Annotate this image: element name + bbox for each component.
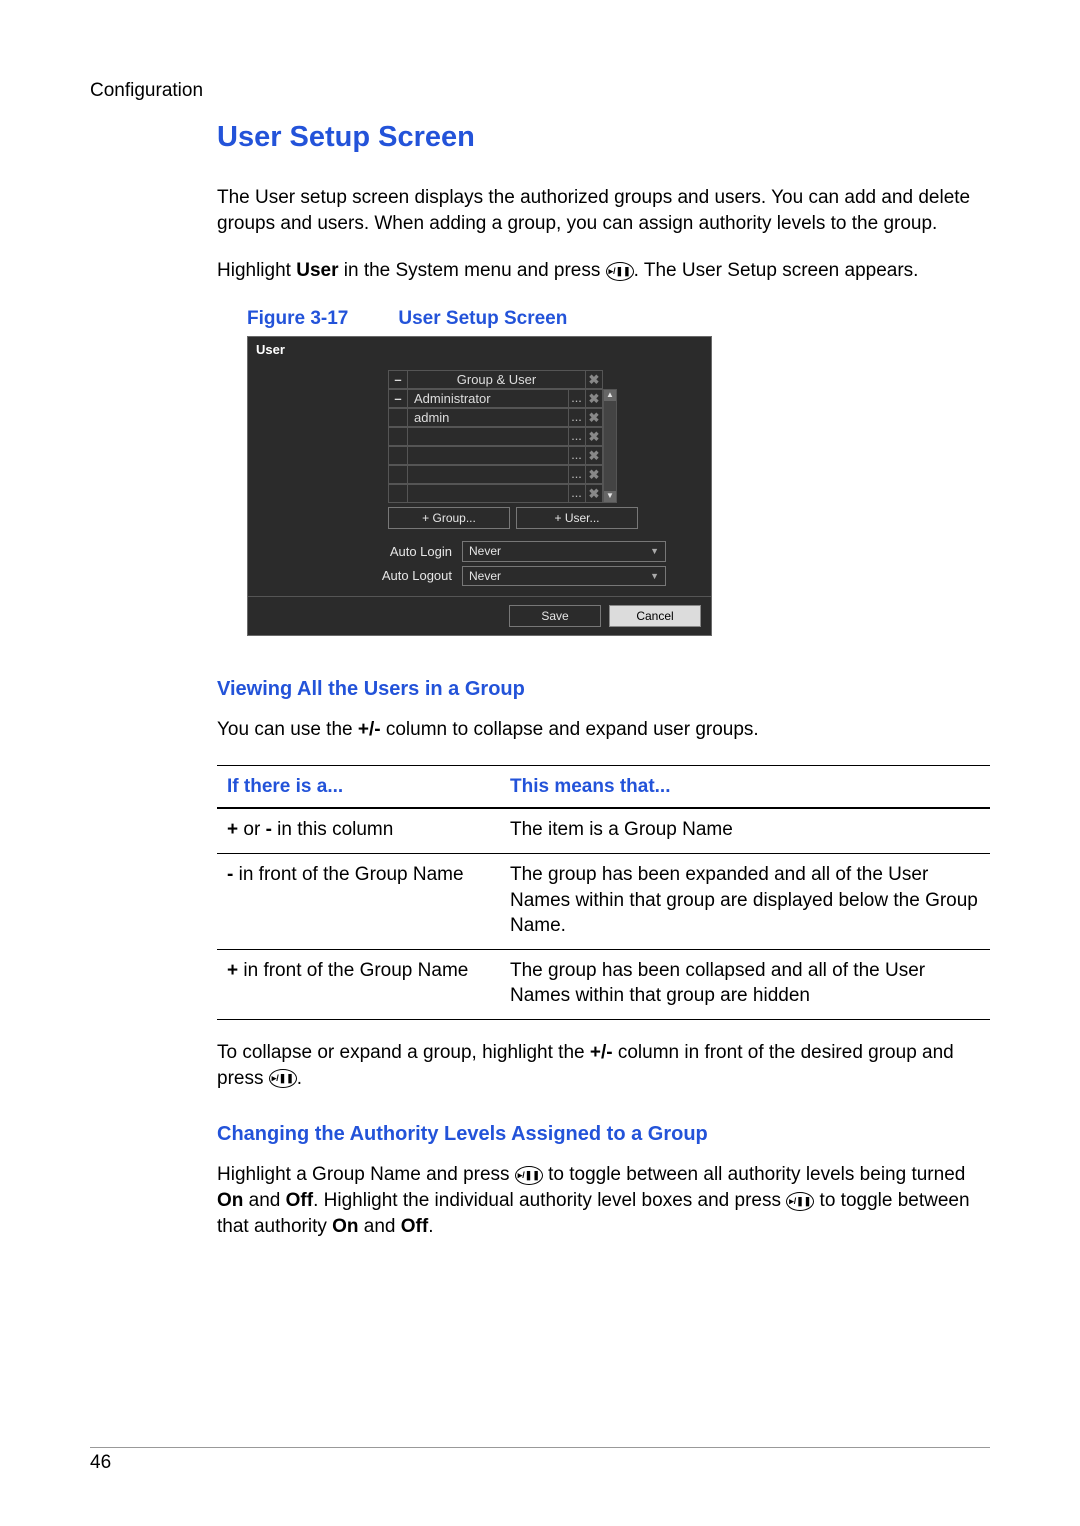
table-row: + or - in this column The item is a Grou… [217,808,990,853]
scroll-down-icon[interactable]: ▼ [604,491,616,502]
intro-paragraph: The User setup screen displays the autho… [217,185,990,236]
ellipsis-icon[interactable]: ... [569,408,586,427]
running-head: Configuration [90,78,203,104]
empty-row [407,427,569,446]
footer-rule [90,1447,990,1448]
add-group-button[interactable]: + Group... [388,507,510,529]
table-row: + in front of the Group Name The group h… [217,949,990,1019]
collapse-toggle [388,408,407,427]
user-setup-screenshot: User – Group & User ✖ – Administrator ..… [247,336,712,636]
ellipsis-icon[interactable]: ... [569,427,586,446]
close-icon[interactable]: ✖ [586,446,603,465]
page-number: 46 [90,1450,111,1476]
add-user-button[interactable]: + User... [516,507,638,529]
auto-login-label: Auto Login [366,543,452,561]
changing-authority-heading: Changing the Authority Levels Assigned t… [217,1121,990,1148]
close-icon[interactable]: ✖ [586,389,603,408]
close-icon[interactable]: ✖ [586,465,603,484]
plus-minus-table: If there is a... This means that... + or… [217,765,990,1020]
empty-row [407,484,569,503]
enter-key-icon: ▸/❚❚ [786,1192,814,1211]
enter-key-icon: ▸/❚❚ [269,1069,297,1088]
auto-login-select[interactable]: Never▼ [462,541,666,561]
save-button[interactable]: Save [509,605,601,627]
user-name[interactable]: admin [407,408,569,427]
ellipsis-icon[interactable]: ... [569,465,586,484]
table-header: If there is a... [217,765,506,808]
group-name[interactable]: Administrator [407,389,569,408]
auto-logout-label: Auto Logout [366,567,452,585]
empty-row [407,465,569,484]
viewing-users-heading: Viewing All the Users in a Group [217,676,990,703]
scrollbar[interactable]: ▲ ▼ [603,389,617,503]
ellipsis-icon[interactable]: ... [569,484,586,503]
close-icon[interactable]: ✖ [586,408,603,427]
collapse-toggle[interactable]: – [388,370,407,389]
changing-authority-paragraph: Highlight a Group Name and press ▸/❚❚ to… [217,1162,990,1239]
group-user-tree: – Group & User ✖ – Administrator ... ✖ [388,370,603,503]
collapse-expand-paragraph: To collapse or expand a group, highlight… [217,1040,990,1091]
figure-caption: Figure 3-17User Setup Screen [247,306,990,332]
close-icon[interactable]: ✖ [586,370,603,389]
chevron-down-icon: ▼ [650,545,659,557]
cancel-button[interactable]: Cancel [609,605,701,627]
dialog-title: User [248,337,711,363]
chevron-down-icon: ▼ [650,570,659,582]
tree-header: Group & User [407,370,586,389]
highlight-user-paragraph: Highlight User in the System menu and pr… [217,258,990,284]
page-title: User Setup Screen [217,118,990,157]
enter-key-icon: ▸/❚❚ [515,1166,543,1185]
enter-key-icon: ▸/❚❚ [606,262,634,281]
scroll-up-icon[interactable]: ▲ [604,390,616,401]
close-icon[interactable]: ✖ [586,484,603,503]
close-icon[interactable]: ✖ [586,427,603,446]
ellipsis-icon[interactable]: ... [569,389,586,408]
auto-logout-select[interactable]: Never▼ [462,566,666,586]
collapse-toggle[interactable]: – [388,389,407,408]
ellipsis-icon[interactable]: ... [569,446,586,465]
table-header: This means that... [506,765,990,808]
viewing-users-paragraph: You can use the +/- column to collapse a… [217,717,990,743]
table-row: - in front of the Group Name The group h… [217,853,990,949]
empty-row [407,446,569,465]
